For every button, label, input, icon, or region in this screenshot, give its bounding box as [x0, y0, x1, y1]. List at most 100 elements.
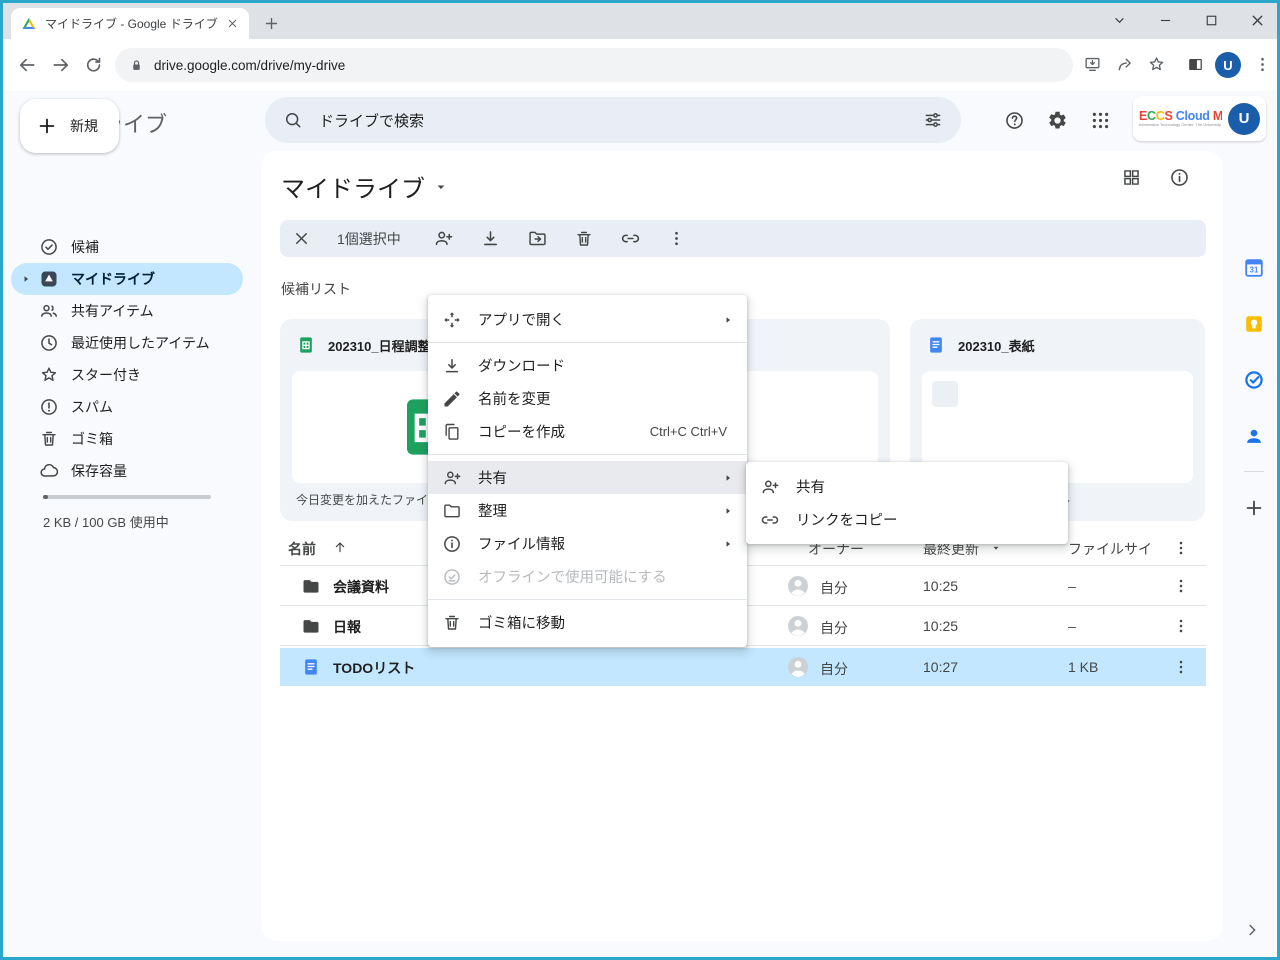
menu-item-organize[interactable]: 整理 — [428, 494, 747, 527]
account-avatar[interactable]: U — [1228, 103, 1260, 135]
window-minimize-button[interactable] — [1157, 12, 1174, 29]
back-button[interactable] — [17, 55, 37, 75]
file-name[interactable]: 日報 — [333, 617, 361, 637]
settings-gear-icon[interactable] — [1047, 110, 1068, 131]
tab-search-chevron-icon[interactable] — [1111, 12, 1128, 29]
move-folder-icon[interactable] — [527, 228, 548, 249]
more-actions-kebab-icon[interactable] — [667, 229, 686, 248]
brand-seg: S — [1165, 110, 1173, 123]
check-circle-icon — [39, 237, 59, 257]
reload-button[interactable] — [83, 55, 103, 75]
copy-link-icon[interactable] — [620, 228, 641, 249]
sidebar-item-starred[interactable]: スター付き — [11, 359, 243, 391]
address-bar[interactable]: drive.google.com/drive/my-drive — [115, 48, 1073, 82]
clear-selection-icon[interactable] — [292, 229, 311, 248]
row-actions-kebab-icon[interactable] — [1172, 658, 1190, 676]
share-person-add-icon[interactable] — [433, 228, 454, 249]
clock-icon — [39, 333, 59, 353]
selection-count: 1個選択中 — [337, 229, 401, 249]
search-bar[interactable]: ドライブで検索 — [265, 97, 961, 143]
col-header-size[interactable]: ファイルサイズ — [1068, 539, 1152, 559]
help-icon[interactable] — [1004, 110, 1025, 131]
sidebar-item-spam[interactable]: スパム — [11, 391, 243, 423]
google-apps-grid-icon[interactable] — [1090, 110, 1111, 131]
thumb-placeholder — [932, 381, 958, 407]
side-panel-icon[interactable] — [1186, 55, 1205, 74]
menu-item-label: オフラインで使用可能にする — [478, 566, 733, 587]
new-tab-button[interactable] — [263, 15, 280, 32]
sidebar-item-recent[interactable]: 最近使用したアイテム — [11, 327, 243, 359]
trash-icon[interactable] — [574, 229, 594, 249]
window-maximize-button[interactable] — [1203, 12, 1220, 29]
menu-item-label: 共有 — [796, 476, 1054, 497]
offline-pin-icon — [442, 567, 462, 587]
account-badge[interactable]: ECCS Cloud Mail Information Technology C… — [1133, 96, 1266, 141]
contacts-icon[interactable] — [1243, 425, 1265, 447]
menu-separator — [428, 454, 747, 455]
sidebar-item-trash[interactable]: ゴミ箱 — [11, 423, 243, 455]
menu-item-label: 共有 — [478, 467, 707, 488]
collapse-panel-chevron-icon[interactable] — [1243, 921, 1261, 939]
browser-profile-avatar[interactable]: U — [1215, 52, 1241, 78]
owner-avatar — [786, 655, 810, 679]
download-icon[interactable] — [480, 228, 501, 249]
submenu-arrow-icon — [723, 506, 733, 516]
cloud-icon — [39, 461, 59, 481]
menu-item-move-to-trash[interactable]: ゴミ箱に移動 — [428, 606, 747, 639]
submenu-arrow-icon — [723, 473, 733, 483]
badge-brand: ECCS Cloud Mail — [1139, 110, 1222, 123]
file-name[interactable]: 会議資料 — [333, 577, 389, 597]
expand-arrow-icon[interactable] — [21, 274, 31, 284]
keep-icon[interactable] — [1243, 313, 1265, 335]
sidebar-item-label: スパム — [71, 397, 113, 417]
submenu-arrow-icon — [723, 539, 733, 549]
sidebar-item-label: 共有アイテム — [71, 301, 154, 321]
sidebar-item-suggested[interactable]: 候補 — [11, 231, 243, 263]
rail-add-icon[interactable] — [1243, 497, 1265, 519]
window-close-button[interactable] — [1249, 12, 1266, 29]
new-button[interactable]: 新規 — [20, 99, 119, 153]
file-row-3-selected[interactable]: TODOリスト 自分 10:27 1 KB — [280, 648, 1206, 686]
column-options-kebab-icon[interactable] — [1172, 539, 1190, 557]
calendar-icon[interactable] — [1243, 257, 1265, 279]
forward-button[interactable] — [51, 55, 71, 75]
row-actions-kebab-icon[interactable] — [1172, 617, 1190, 635]
row-actions-kebab-icon[interactable] — [1172, 577, 1190, 595]
details-info-icon[interactable] — [1169, 167, 1190, 188]
tab-close-icon[interactable] — [226, 17, 239, 30]
search-icon[interactable] — [283, 110, 303, 130]
browser-menu-kebab-icon[interactable] — [1253, 55, 1272, 74]
menu-item-open-with[interactable]: アプリで開く — [428, 303, 747, 336]
submenu-item-share[interactable]: 共有 — [746, 470, 1068, 503]
menu-item-file-info[interactable]: ファイル情報 — [428, 527, 747, 560]
title-dropdown-caret-icon[interactable] — [433, 179, 449, 195]
sort-ascending-arrow-icon[interactable] — [332, 539, 348, 555]
search-placeholder[interactable]: ドライブで検索 — [319, 110, 907, 131]
install-icon[interactable] — [1083, 55, 1102, 74]
tasks-icon[interactable] — [1243, 369, 1265, 391]
url-text[interactable]: drive.google.com/drive/my-drive — [154, 58, 345, 73]
menu-item-label: アプリで開く — [478, 309, 707, 330]
browser-tab[interactable]: マイドライブ - Google ドライブ — [11, 8, 249, 39]
menu-item-download[interactable]: ダウンロード — [428, 349, 747, 382]
menu-item-make-copy[interactable]: コピーを作成 Ctrl+C Ctrl+V — [428, 415, 747, 448]
my-drive-icon — [39, 269, 59, 289]
menu-item-label: 名前を変更 — [478, 388, 733, 409]
brand-seg: C — [1147, 110, 1156, 123]
search-options-tune-icon[interactable] — [923, 110, 943, 130]
grid-view-toggle-icon[interactable] — [1121, 167, 1142, 188]
suggested-heading[interactable]: 候補リスト — [281, 279, 351, 299]
sidebar-item-shared[interactable]: 共有アイテム — [11, 295, 243, 327]
menu-item-rename[interactable]: 名前を変更 — [428, 382, 747, 415]
storage-progress-fill — [43, 495, 48, 499]
menu-item-share[interactable]: 共有 — [428, 461, 747, 494]
new-button-label: 新規 — [70, 116, 98, 136]
submenu-item-copy-link[interactable]: リンクをコピー — [746, 503, 1068, 536]
share-icon[interactable] — [1115, 55, 1134, 74]
bookmark-star-icon[interactable] — [1147, 55, 1166, 74]
sidebar-item-my-drive[interactable]: マイドライブ — [11, 263, 243, 295]
file-name[interactable]: TODOリスト — [333, 658, 415, 678]
page-title[interactable]: マイドライブ — [281, 169, 425, 204]
col-header-name[interactable]: 名前 — [288, 539, 316, 559]
sidebar-item-storage[interactable]: 保存容量 — [11, 455, 243, 487]
